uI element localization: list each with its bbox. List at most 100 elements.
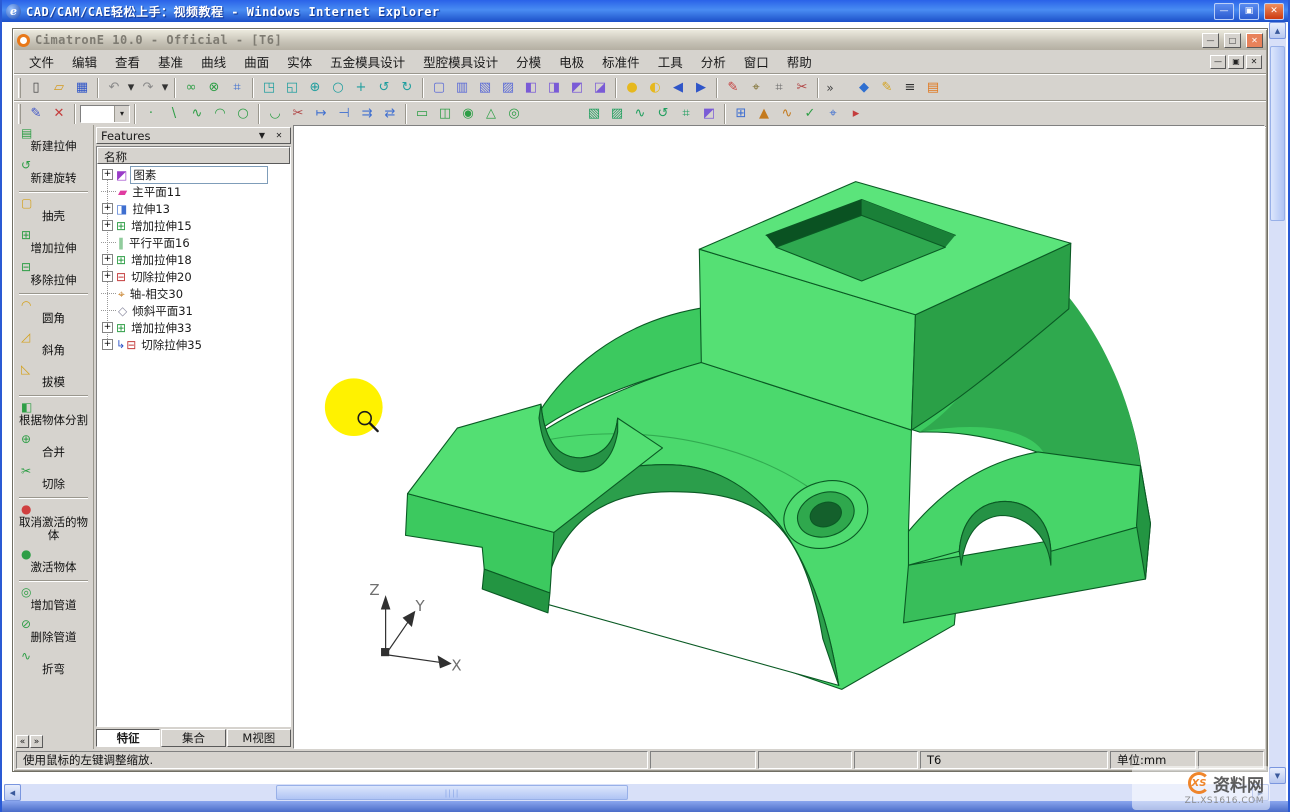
- surface-revolve-icon[interactable]: ↺: [652, 103, 674, 125]
- tree-expander-icon[interactable]: +: [102, 203, 113, 214]
- corner-fillet-icon[interactable]: ◡: [264, 103, 286, 125]
- menu-item-surface[interactable]: 曲面: [235, 49, 278, 74]
- scroll-right-button[interactable]: ▶: [1252, 784, 1269, 801]
- surface-net-icon[interactable]: ⌗: [675, 103, 697, 125]
- spin-view-icon[interactable]: ↻: [396, 77, 418, 99]
- display-mode-2-icon[interactable]: ◨: [543, 77, 565, 99]
- trim-cut-icon[interactable]: ✂: [791, 77, 813, 99]
- sidebar-scroll-left-button[interactable]: «: [16, 735, 29, 748]
- view-previous-icon[interactable]: ◀: [667, 77, 689, 99]
- circle-icon[interactable]: ○: [232, 103, 254, 125]
- tree-expander-icon[interactable]: +: [102, 169, 113, 180]
- app-maximize-button[interactable]: □: [1224, 33, 1241, 48]
- break-icon[interactable]: ⊣: [333, 103, 355, 125]
- light-off-icon[interactable]: ◐: [644, 77, 666, 99]
- app-close-button[interactable]: ✕: [1246, 33, 1263, 48]
- primitive-sphere-icon[interactable]: ◉: [457, 103, 479, 125]
- tree-expander-icon[interactable]: +: [102, 220, 113, 231]
- browser-close-button[interactable]: ✕: [1264, 3, 1284, 20]
- menu-item-solid[interactable]: 实体: [278, 49, 321, 74]
- trim-icon[interactable]: ✂: [287, 103, 309, 125]
- magnifier-icon[interactable]: ○: [327, 77, 349, 99]
- browser-restore-button[interactable]: ▣: [1239, 3, 1259, 20]
- surface-sweep-icon[interactable]: ∿: [629, 103, 651, 125]
- rotate-view-icon[interactable]: ↺: [373, 77, 395, 99]
- app-minimize-button[interactable]: —: [1202, 33, 1219, 48]
- menu-item-parting[interactable]: 分模: [507, 49, 550, 74]
- sidebar-item-new-revolve[interactable]: ↺新建旋转: [14, 157, 93, 189]
- undo-icon[interactable]: ↶: [103, 77, 125, 99]
- sketcher-icon[interactable]: ✎: [25, 103, 47, 125]
- menu-item-view[interactable]: 查看: [106, 49, 149, 74]
- snap-grid-icon[interactable]: ⌗: [768, 77, 790, 99]
- measure-icon[interactable]: ⌖: [745, 77, 767, 99]
- display-mode-1-icon[interactable]: ◧: [520, 77, 542, 99]
- menu-item-cavity-mold-design[interactable]: 型腔模具设计: [414, 49, 507, 74]
- draft-analysis-icon[interactable]: ▲: [753, 103, 775, 125]
- zoom-in-icon[interactable]: ⊕: [304, 77, 326, 99]
- zoom-fit-icon[interactable]: ◱: [281, 77, 303, 99]
- curvature-analysis-icon[interactable]: ∿: [776, 103, 798, 125]
- tree-item-tilted-plane-8[interactable]: ◇倾斜平面31: [101, 302, 290, 319]
- primitive-cylinder-icon[interactable]: ◫: [434, 103, 456, 125]
- toolbar-drag-handle[interactable]: [18, 78, 21, 98]
- list-options-icon[interactable]: ≡: [899, 77, 921, 99]
- menu-item-window[interactable]: 窗口: [735, 49, 778, 74]
- tree-item-cut-extrude-6[interactable]: +⊟切除拉伸20: [101, 268, 290, 285]
- surface-trim-icon[interactable]: ◩: [698, 103, 720, 125]
- chevron-down-icon[interactable]: ▾: [114, 106, 129, 122]
- features-tab-1[interactable]: 集合: [161, 729, 225, 747]
- end-flag-icon[interactable]: ▸: [845, 103, 867, 125]
- style-combobox[interactable]: ▾: [80, 105, 130, 123]
- document-minimize-button[interactable]: —: [1210, 55, 1226, 69]
- scroll-down-button[interactable]: ▼: [1269, 767, 1286, 784]
- target-point-icon[interactable]: ⌖: [822, 103, 844, 125]
- fill-color-icon[interactable]: ◆: [853, 77, 875, 99]
- document-close-button[interactable]: ✕: [1246, 55, 1262, 69]
- menu-item-datum[interactable]: 基准: [149, 49, 192, 74]
- display-shaded-icon[interactable]: ▧: [474, 77, 496, 99]
- line-icon[interactable]: \: [163, 103, 185, 125]
- sidebar-item-add-pipe[interactable]: ◎增加管道: [14, 584, 93, 616]
- light-on-icon[interactable]: ●: [621, 77, 643, 99]
- annotate-pencil-icon[interactable]: ✎: [876, 77, 898, 99]
- check-icon[interactable]: ✓: [799, 103, 821, 125]
- browser-horizontal-scrollbar[interactable]: ◀ |||| ▶: [4, 784, 1269, 801]
- sidebar-item-remove-extrude[interactable]: ⊟移除拉伸: [14, 259, 93, 291]
- toolbar-overflow-chevron[interactable]: »: [823, 77, 837, 99]
- scroll-left-button[interactable]: ◀: [4, 784, 21, 801]
- arc-icon[interactable]: ◠: [209, 103, 231, 125]
- view-next-icon[interactable]: ▶: [690, 77, 712, 99]
- sidebar-item-bend[interactable]: ∿折弯: [14, 648, 93, 680]
- display-mode-3-icon[interactable]: ◩: [566, 77, 588, 99]
- primitive-box-icon[interactable]: ▭: [411, 103, 433, 125]
- tree-item-cut-extrude-10[interactable]: +↳⊟切除拉伸35: [101, 336, 290, 353]
- tree-item-add-extrude-9[interactable]: +⊞增加拉伸33: [101, 319, 290, 336]
- display-wireframe-icon[interactable]: ▢: [428, 77, 450, 99]
- features-tab-2[interactable]: M视图: [227, 729, 291, 747]
- toolbar-drag-handle[interactable]: [18, 104, 21, 124]
- sidebar-item-add-extrude[interactable]: ⊞增加拉伸: [14, 227, 93, 259]
- browser-vertical-scrollbar[interactable]: ▲ ▼: [1269, 22, 1286, 784]
- tree-item-add-extrude-3[interactable]: +⊞增加拉伸15: [101, 217, 290, 234]
- undo-dropdown-icon[interactable]: ▾: [126, 77, 136, 99]
- extend-icon[interactable]: ↦: [310, 103, 332, 125]
- sidebar-scroll-right-button[interactable]: »: [30, 735, 43, 748]
- link-entities-icon[interactable]: ∞: [180, 77, 202, 99]
- viewport-3d[interactable]: Z Y X: [293, 125, 1265, 749]
- surface-drive-icon[interactable]: ▨: [606, 103, 628, 125]
- offset-icon[interactable]: ⇉: [356, 103, 378, 125]
- pin-icon[interactable]: ▼: [255, 129, 269, 142]
- open-folder-icon[interactable]: ▱: [48, 77, 70, 99]
- datum-grid-icon[interactable]: ⌗: [226, 77, 248, 99]
- tree-expander-icon[interactable]: +: [102, 271, 113, 282]
- tree-item-axis-intersect-7[interactable]: ⌖轴-相交30: [101, 285, 290, 302]
- sidebar-item-deactivate-object[interactable]: ●取消激活的物体: [14, 501, 93, 546]
- sidebar-item-remove-pipe[interactable]: ⊘删除管道: [14, 616, 93, 648]
- stitch-icon[interactable]: ⊞: [730, 103, 752, 125]
- tree-item-sketch-node-0[interactable]: +◩图素: [101, 166, 290, 183]
- surface-blend-icon[interactable]: ▧: [583, 103, 605, 125]
- save-icon[interactable]: ▦: [71, 77, 93, 99]
- menu-item-tools[interactable]: 工具: [649, 49, 692, 74]
- sidebar-item-cut[interactable]: ✂切除: [14, 463, 93, 495]
